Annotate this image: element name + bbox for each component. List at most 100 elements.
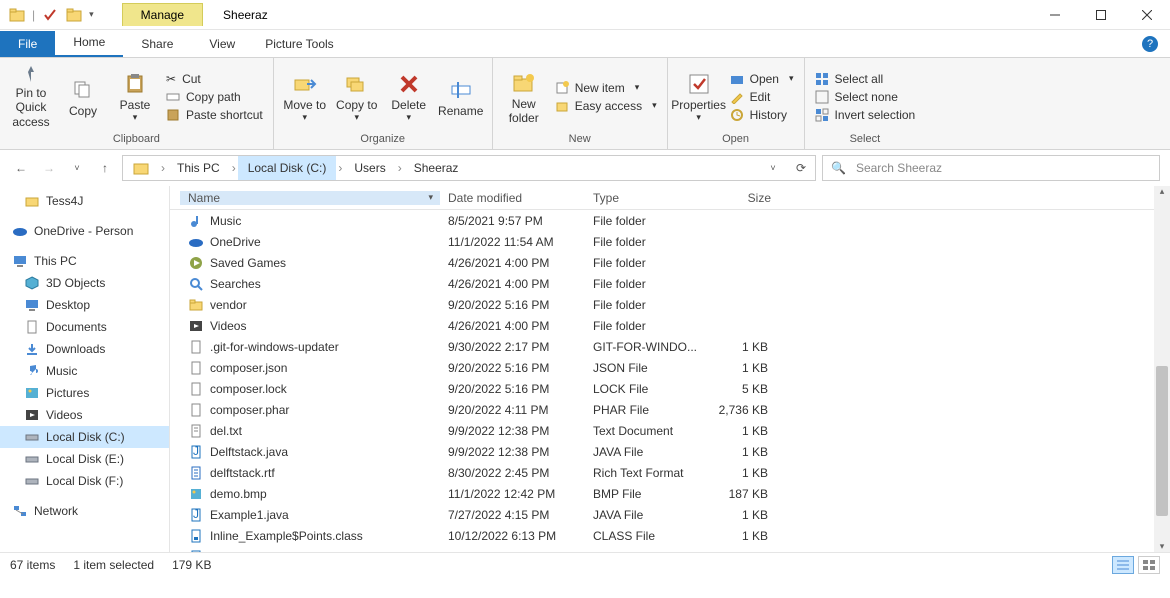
table-row[interactable]: composer.json 9/20/2022 5:16 PM JSON Fil… [170,357,1170,378]
file-date: 9/9/2022 12:38 PM [440,424,585,438]
table-row[interactable]: Videos 4/26/2021 4:00 PM File folder [170,315,1170,336]
properties-button[interactable]: Properties▾ [674,64,724,130]
paste-shortcut-button[interactable]: Paste shortcut [162,106,267,124]
nav-item[interactable]: Pictures [0,382,169,404]
refresh-button[interactable]: ⟳ [787,156,815,180]
navigation-pane[interactable]: Tess4J OneDrive - Person This PC 3D Obje… [0,186,170,552]
edit-button[interactable]: Edit [726,88,798,106]
nav-item[interactable]: Local Disk (C:) [0,426,169,448]
history-button[interactable]: History [726,106,798,124]
file-name: vendor [210,298,247,312]
chevron-right-icon[interactable]: › [396,161,404,175]
table-row[interactable]: delftstack.rtf 8/30/2022 2:45 PM Rich Te… [170,462,1170,483]
table-row[interactable]: vendor 9/20/2022 5:16 PM File folder [170,294,1170,315]
paste-button[interactable]: Paste ▾ [110,64,160,130]
nav-network[interactable]: Network [0,500,169,522]
properties-icon[interactable] [41,6,59,24]
rename-button[interactable]: Rename [436,64,486,130]
edit-icon [730,90,744,104]
move-to-button[interactable]: Move to▾ [280,64,330,130]
chevron-right-icon[interactable]: › [336,161,344,175]
nav-item[interactable]: Local Disk (F:) [0,470,169,492]
qat-dropdown-icon[interactable]: ▾ [89,9,94,20]
table-row[interactable]: Searches 4/26/2021 4:00 PM File folder [170,273,1170,294]
table-row[interactable]: composer.lock 9/20/2022 5:16 PM LOCK Fil… [170,378,1170,399]
scroll-down-icon[interactable]: ▾ [1154,541,1170,552]
new-folder-button[interactable]: New folder [499,64,549,130]
sort-dropdown-icon[interactable]: ▾ [428,192,433,203]
nav-item[interactable]: 3D Objects [0,272,169,294]
tab-share[interactable]: Share [123,31,191,57]
scrollbar-vertical[interactable]: ▴ ▾ [1154,186,1170,552]
table-row[interactable]: Inline_Example$Points.class 10/12/2022 6… [170,525,1170,546]
copy-path-button[interactable]: Copy path [162,88,267,106]
details-view-button[interactable] [1112,556,1134,574]
table-row[interactable]: .git-for-windows-updater 9/30/2022 2:17 … [170,336,1170,357]
close-button[interactable] [1124,0,1170,30]
table-row[interactable]: JExample1.java 7/27/2022 4:15 PM JAVA Fi… [170,504,1170,525]
table-row[interactable]: Music 8/5/2021 9:57 PM File folder [170,210,1170,231]
header-type[interactable]: Type [585,191,700,205]
breadcrumb-item[interactable]: Users [344,156,395,180]
easy-access-button[interactable]: Easy access▾ [551,97,661,115]
nav-item[interactable]: Videos [0,404,169,426]
pin-quick-access-button[interactable]: Pin to Quick access [6,64,56,130]
new-item-icon [555,81,569,95]
table-row[interactable]: composer.phar 9/20/2022 4:11 PM PHAR Fil… [170,399,1170,420]
maximize-button[interactable] [1078,0,1124,30]
thumbnails-view-button[interactable] [1138,556,1160,574]
nav-item[interactable]: Music [0,360,169,382]
new-item-button[interactable]: New item▾ [551,79,661,97]
table-row[interactable]: Inline_Example.class 10/12/2022 6:13 PM … [170,546,1170,552]
table-row[interactable]: Saved Games 4/26/2021 4:00 PM File folde… [170,252,1170,273]
breadcrumb-item[interactable]: Sheeraz [404,156,469,180]
scrollbar-thumb[interactable] [1156,366,1168,516]
nav-item[interactable]: Downloads [0,338,169,360]
forward-button[interactable]: → [38,157,60,179]
invert-selection-button[interactable]: Invert selection [811,106,920,124]
back-button[interactable]: ← [10,157,32,179]
nav-item[interactable]: Documents [0,316,169,338]
table-row[interactable]: OneDrive 11/1/2022 11:54 AM File folder [170,231,1170,252]
tab-picture-tools[interactable]: Picture Tools [253,31,345,57]
chevron-right-icon[interactable]: › [230,161,238,175]
table-row[interactable]: demo.bmp 11/1/2022 12:42 PM BMP File 187… [170,483,1170,504]
label: This PC [34,254,77,268]
nav-item[interactable]: Desktop [0,294,169,316]
nav-onedrive[interactable]: OneDrive - Person [0,220,169,242]
copy-to-button[interactable]: Copy to▾ [332,64,382,130]
copy-button[interactable]: Copy [58,64,108,130]
cut-button[interactable]: ✂Cut [162,70,267,88]
delete-button[interactable]: Delete▾ [384,64,434,130]
address-history-dropdown[interactable]: ˅ [759,156,787,180]
tab-home[interactable]: Home [55,29,123,57]
breadcrumb-item[interactable]: Local Disk (C:) [238,156,337,180]
manage-tab[interactable]: Manage [122,3,203,26]
easy-access-icon [555,99,569,113]
table-row[interactable]: JDelftstack.java 9/9/2022 12:38 PM JAVA … [170,441,1170,462]
folder-icon[interactable] [65,6,83,24]
tab-file[interactable]: File [0,31,55,57]
header-name[interactable]: Name▾ [180,191,440,205]
invert-icon [815,108,829,122]
open-button[interactable]: Open▾ [726,70,798,88]
up-button[interactable]: ↑ [94,157,116,179]
header-size[interactable]: Size [700,191,780,205]
breadcrumb-root-icon[interactable] [123,160,159,176]
tab-view[interactable]: View [191,31,253,57]
search-input[interactable]: 🔍 Search Sheeraz [822,155,1160,181]
breadcrumb-item[interactable]: This PC [167,156,230,180]
nav-item[interactable]: Local Disk (E:) [0,448,169,470]
chevron-right-icon[interactable]: › [159,161,167,175]
nav-this-pc[interactable]: This PC [0,250,169,272]
select-all-button[interactable]: Select all [811,70,920,88]
header-date[interactable]: Date modified [440,191,585,205]
minimize-button[interactable] [1032,0,1078,30]
help-icon[interactable]: ? [1142,36,1158,52]
recent-dropdown[interactable]: ˅ [66,157,88,179]
table-row[interactable]: del.txt 9/9/2022 12:38 PM Text Document … [170,420,1170,441]
address-bar[interactable]: › This PC › Local Disk (C:) › Users › Sh… [122,155,816,181]
select-none-button[interactable]: Select none [811,88,920,106]
scroll-up-icon[interactable]: ▴ [1154,186,1170,197]
nav-tess4j[interactable]: Tess4J [0,190,169,212]
